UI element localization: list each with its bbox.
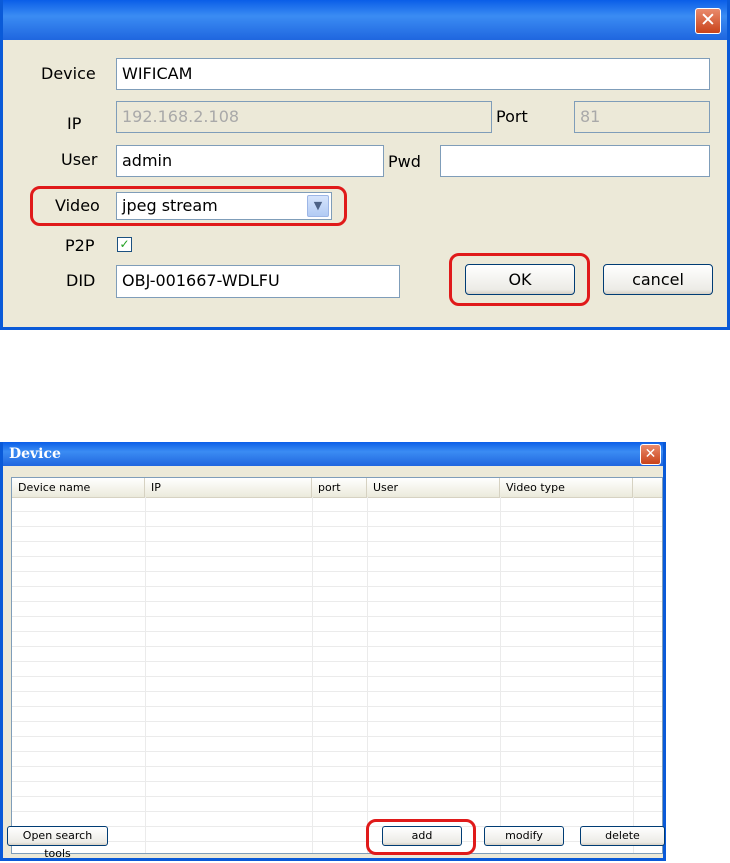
port-input[interactable]: 81	[574, 101, 710, 133]
device-name-input[interactable]: WIFICAM	[116, 58, 710, 90]
column-divider	[633, 497, 634, 853]
pwd-label: Pwd	[388, 152, 421, 171]
p2p-label: P2P	[65, 236, 95, 255]
device-label: Device	[41, 64, 96, 83]
user-label: User	[61, 150, 98, 169]
user-input[interactable]: admin	[116, 145, 384, 177]
column-divider	[500, 497, 501, 853]
close-icon[interactable]: ✕	[640, 444, 661, 465]
open-search-tools-button[interactable]: Open search tools	[7, 826, 108, 860]
add-button[interactable]: add	[382, 826, 462, 846]
close-icon[interactable]: ✕	[695, 8, 721, 34]
empty-rows	[12, 497, 662, 853]
ip-label: IP	[67, 114, 82, 133]
title-bar: Device	[3, 442, 663, 466]
column-header-ip[interactable]: IP	[145, 478, 312, 497]
video-type-select[interactable]: jpeg stream ▼	[116, 192, 332, 220]
did-label: DID	[66, 271, 96, 290]
modify-button[interactable]: modify	[484, 826, 564, 846]
password-input[interactable]	[440, 145, 710, 177]
device-settings-dialog: ✕ Device WIFICAM IP 192.168.2.108 Port 8…	[0, 0, 730, 330]
column-divider	[367, 497, 368, 853]
checkmark-icon: ✓	[119, 237, 130, 251]
device-list-window: Device ✕ Device name IP port User Video …	[0, 442, 666, 861]
table-header: Device name IP port User Video type	[12, 478, 662, 498]
column-header-user[interactable]: User	[367, 478, 500, 497]
p2p-checkbox[interactable]: ✓	[117, 237, 132, 252]
delete-button[interactable]: delete	[580, 826, 665, 846]
port-label: Port	[496, 107, 528, 126]
did-input[interactable]: OBJ-001667-WDLFU	[116, 265, 400, 298]
chevron-down-icon[interactable]: ▼	[307, 195, 329, 217]
title-bar	[3, 0, 727, 40]
column-header-video-type[interactable]: Video type	[500, 478, 633, 497]
column-divider	[145, 497, 146, 853]
cancel-button[interactable]: cancel	[603, 264, 713, 295]
window-title: Device	[9, 446, 61, 462]
column-header-filler	[633, 478, 662, 497]
device-table[interactable]: Device name IP port User Video type	[11, 477, 663, 854]
column-divider	[312, 497, 313, 853]
column-header-device-name[interactable]: Device name	[12, 478, 145, 497]
ip-input[interactable]: 192.168.2.108	[116, 101, 492, 133]
video-label: Video	[55, 196, 100, 215]
video-type-value: jpeg stream	[122, 196, 218, 215]
ok-button[interactable]: OK	[465, 264, 575, 295]
column-header-port[interactable]: port	[312, 478, 367, 497]
